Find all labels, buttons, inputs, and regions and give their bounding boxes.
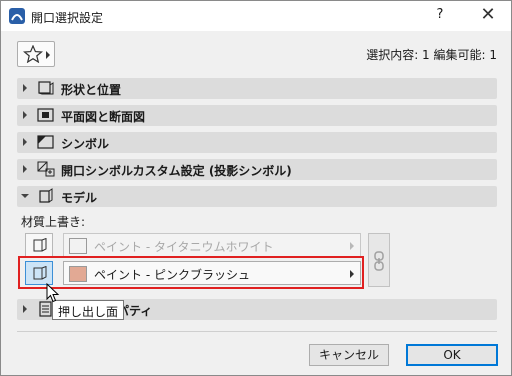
material-picker-side[interactable]: ペイント - タイタニウムホワイト: [63, 233, 361, 257]
star-icon: [23, 45, 43, 63]
ok-button[interactable]: OK: [406, 344, 498, 366]
divider: [17, 331, 497, 332]
tooltip: 押し出し面: [52, 300, 125, 320]
expand-arrow-icon: [23, 165, 27, 173]
cancel-button[interactable]: キャンセル: [309, 344, 389, 366]
panel-model[interactable]: モデル: [17, 186, 497, 207]
panel-label: 形状と位置: [61, 83, 122, 97]
link-materials-button[interactable]: [368, 233, 390, 287]
panel-symbol[interactable]: シンボル: [17, 132, 497, 153]
symbol-icon: [37, 135, 54, 149]
model-icon: [39, 188, 53, 203]
panel-opening-symbol-custom[interactable]: 開口シンボルカスタム設定 (投影シンボル): [17, 159, 497, 180]
panel-label: 開口シンボルカスタム設定 (投影シンボル): [61, 164, 292, 178]
close-button[interactable]: ✕: [473, 3, 503, 29]
floor-plan-section-icon: [37, 108, 54, 122]
panel-label: 平面図と断面図: [61, 110, 146, 124]
panel-floor-plan-section[interactable]: 平面図と断面図: [17, 105, 497, 126]
surface-override-label: 材質上書き:: [21, 215, 86, 229]
side-surface-icon: [33, 238, 47, 252]
panel-label: シンボル: [61, 137, 110, 151]
title-bar: 開口選択設定 ? ✕: [1, 1, 511, 31]
help-button[interactable]: ?: [428, 7, 452, 25]
favorites-button[interactable]: [17, 41, 55, 67]
expand-arrow-icon: [23, 84, 27, 92]
side-surface-toggle[interactable]: [25, 233, 53, 257]
expand-arrow-icon: [23, 138, 27, 146]
selection-count: 選択内容: 1 編集可能: 1: [366, 48, 497, 62]
chain-link-icon: [374, 251, 384, 271]
opening-symbol-custom-icon: [37, 161, 55, 177]
chevron-right-icon: [46, 51, 50, 59]
collapse-arrow-icon: [21, 194, 29, 198]
expand-arrow-icon: [23, 111, 27, 119]
panel-shape-position[interactable]: 形状と位置: [17, 78, 497, 99]
archicad-icon: [9, 8, 25, 24]
mouse-cursor-icon: [46, 283, 60, 303]
dialog-title: 開口選択設定: [31, 11, 104, 25]
shape-position-icon: [38, 81, 54, 95]
material-swatch: [69, 238, 87, 254]
chevron-right-icon: [350, 242, 354, 250]
material-name: ペイント - タイタニウムホワイト: [94, 240, 274, 254]
expand-arrow-icon: [23, 305, 27, 313]
panel-label: モデル: [61, 191, 98, 205]
opening-selection-settings-dialog: 開口選択設定 ? ✕ 選択内容: 1 編集可能: 1 形状と位置 平面図と断面図: [0, 0, 512, 376]
highlight-box: [18, 256, 364, 289]
